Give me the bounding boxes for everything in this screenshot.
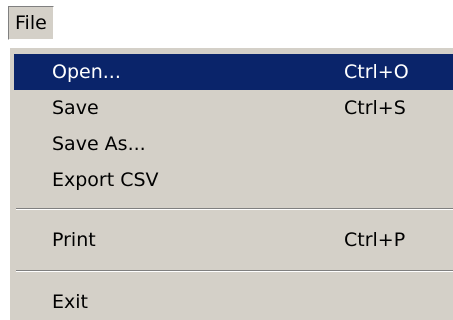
menu-item-exit[interactable]: Exit xyxy=(14,284,453,320)
application-window: File Open... Ctrl+O Save Ctrl+S Save As.… xyxy=(0,0,453,320)
menu-item-print-label: Print xyxy=(52,229,96,251)
menu-item-save-as[interactable]: Save As... xyxy=(14,126,453,162)
menu-item-save-as-label: Save As... xyxy=(52,133,146,155)
menu-item-export-csv[interactable]: Export CSV xyxy=(14,162,453,198)
menu-separator xyxy=(16,270,453,272)
menu-separator xyxy=(16,208,453,210)
menu-item-print-shortcut: Ctrl+P xyxy=(344,229,406,251)
menu-item-save-shortcut: Ctrl+S xyxy=(344,97,406,119)
menu-item-save[interactable]: Save Ctrl+S xyxy=(14,90,453,126)
menu-item-open-shortcut: Ctrl+O xyxy=(344,61,409,83)
menu-item-save-label: Save xyxy=(52,97,99,119)
menu-bar: File xyxy=(0,0,453,46)
menu-item-open-label: Open... xyxy=(52,61,121,83)
file-menu-dropdown: Open... Ctrl+O Save Ctrl+S Save As... Ex… xyxy=(8,46,453,320)
menu-file[interactable]: File xyxy=(8,6,54,40)
menu-item-exit-label: Exit xyxy=(52,291,88,313)
menu-item-export-csv-label: Export CSV xyxy=(52,169,159,191)
menu-item-print[interactable]: Print Ctrl+P xyxy=(14,222,453,258)
menu-item-open[interactable]: Open... Ctrl+O xyxy=(14,54,453,90)
menu-file-label: File xyxy=(15,12,47,34)
